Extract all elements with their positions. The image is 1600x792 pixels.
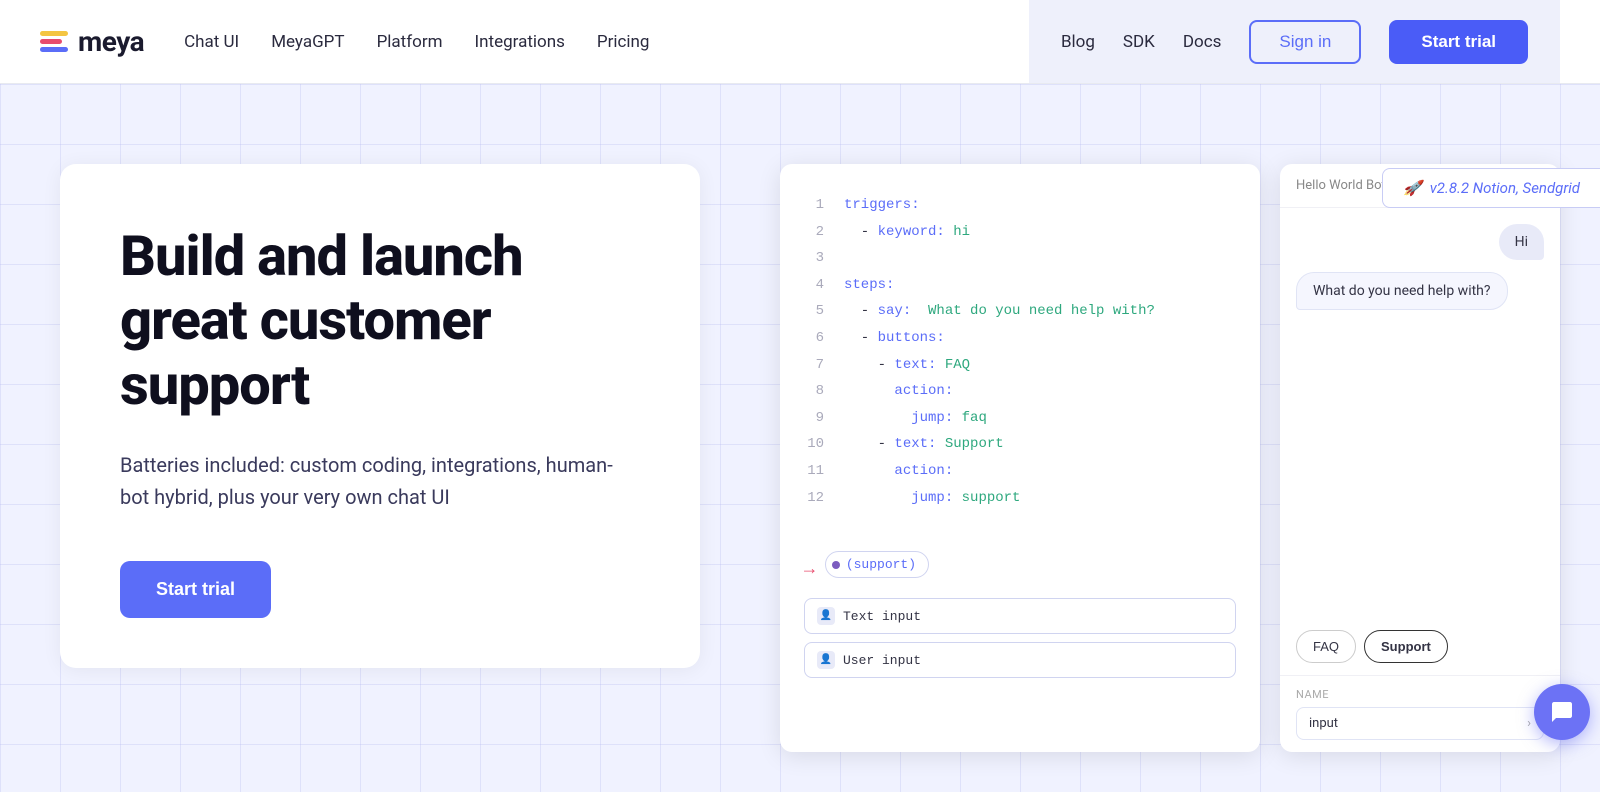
main-nav: Chat UI MeyaGPT Platform Integrations Pr… xyxy=(184,32,649,52)
code-line-5: 5 - say: What do you need help with? xyxy=(804,298,1236,325)
version-banner: 🚀 v2.8.2 Notion, Sendgrid xyxy=(1382,168,1600,208)
support-badge-text: (support) xyxy=(846,557,916,572)
code-line-12: 12 jump: support xyxy=(804,485,1236,512)
logo-bar-2 xyxy=(40,39,62,44)
chat-input-placeholder: input xyxy=(1309,716,1338,731)
logo[interactable]: meya xyxy=(40,25,144,58)
chat-input-label: NAME xyxy=(1296,688,1544,701)
header-docs[interactable]: Docs xyxy=(1183,32,1222,52)
chat-bot-text: What do you need help with? xyxy=(1313,283,1491,299)
chat-bubble-user: Hi xyxy=(1499,224,1544,260)
chat-messages: Hi What do you need help with? xyxy=(1280,208,1560,630)
chat-input-arrow: › xyxy=(1527,716,1531,731)
code-line-6: 6 - buttons: xyxy=(804,325,1236,352)
nav-meyagpt[interactable]: MeyaGPT xyxy=(271,32,344,52)
flow-node-1-label: Text input xyxy=(843,609,921,624)
flow-icon-1: 👤 xyxy=(817,607,835,625)
code-line-7: 7 - text: FAQ xyxy=(804,352,1236,379)
nav-integrations[interactable]: Integrations xyxy=(475,32,565,52)
flow-node-2: 👤 User input xyxy=(804,642,1236,678)
hero-cta-button[interactable]: Start trial xyxy=(120,561,271,618)
version-icon: 🚀 xyxy=(1403,179,1422,197)
code-line-1: 1 triggers: xyxy=(804,192,1236,219)
main-content: Build and launch great customer support … xyxy=(0,84,1600,792)
code-line-4: 4 steps: xyxy=(804,272,1236,299)
hero-subtitle: Batteries included: custom coding, integ… xyxy=(120,449,640,513)
chat-faq-button[interactable]: FAQ xyxy=(1296,630,1356,663)
header-blog[interactable]: Blog xyxy=(1061,32,1095,52)
header-sdk[interactable]: SDK xyxy=(1123,32,1155,52)
code-line-9: 9 jump: faq xyxy=(804,405,1236,432)
chat-action-buttons: FAQ Support xyxy=(1280,630,1560,675)
flow-icon-2: 👤 xyxy=(817,651,835,669)
code-line-2: 2 - keyword: hi xyxy=(804,219,1236,246)
code-editor: 1 triggers: 2 - keyword: hi 3 4 steps: 5 xyxy=(780,164,1260,752)
header: meya Chat UI MeyaGPT Platform Integratio… xyxy=(0,0,1600,84)
flow-node-1: 👤 Text input xyxy=(804,598,1236,634)
flow-section: → (support) 👤 Text input 👤 User input xyxy=(804,551,1236,678)
left-panel: Build and launch great customer support … xyxy=(0,84,760,792)
support-badge: (support) xyxy=(825,551,929,578)
nav-chat-ui[interactable]: Chat UI xyxy=(184,32,239,52)
nav-platform[interactable]: Platform xyxy=(377,32,443,52)
hero-card: Build and launch great customer support … xyxy=(60,164,700,668)
header-right: Blog SDK Docs Sign in Start trial xyxy=(1029,0,1560,83)
chat-bubble-bot: What do you need help with? xyxy=(1296,272,1508,310)
flow-arrow-icon: → xyxy=(804,560,815,580)
chat-support-button[interactable]: Support xyxy=(1364,630,1448,663)
header-left: meya Chat UI MeyaGPT Platform Integratio… xyxy=(40,25,649,58)
logo-bar-3 xyxy=(40,47,68,52)
header-right-links: Blog SDK Docs xyxy=(1061,32,1221,52)
chat-fab-icon xyxy=(1550,700,1574,724)
nav-pricing[interactable]: Pricing xyxy=(597,32,650,52)
logo-text: meya xyxy=(78,25,144,58)
logo-icon xyxy=(40,31,68,52)
version-text: v2.8.2 Notion, Sendgrid xyxy=(1430,179,1580,197)
flow-badge-row: → (support) xyxy=(804,551,1236,588)
chat-bot-name: Hello World Bot xyxy=(1296,178,1386,193)
start-trial-button[interactable]: Start trial xyxy=(1389,20,1528,64)
code-line-11: 11 action: xyxy=(804,458,1236,485)
chat-user-text: Hi xyxy=(1515,234,1528,250)
logo-bar-1 xyxy=(40,31,68,36)
signin-button[interactable]: Sign in xyxy=(1249,20,1361,64)
flow-node-2-label: User input xyxy=(843,653,921,668)
support-dot xyxy=(832,561,840,569)
chat-input-field[interactable]: input › xyxy=(1296,707,1544,740)
hero-title: Build and launch great customer support xyxy=(120,224,640,417)
code-line-3: 3 xyxy=(804,245,1236,272)
chat-fab[interactable] xyxy=(1534,684,1590,740)
code-line-8: 8 action: xyxy=(804,378,1236,405)
code-line-10: 10 - text: Support xyxy=(804,431,1236,458)
chat-input-area: NAME input › xyxy=(1280,675,1560,752)
chat-panel: Hello World Bot Hi What do you need help… xyxy=(1280,164,1560,752)
